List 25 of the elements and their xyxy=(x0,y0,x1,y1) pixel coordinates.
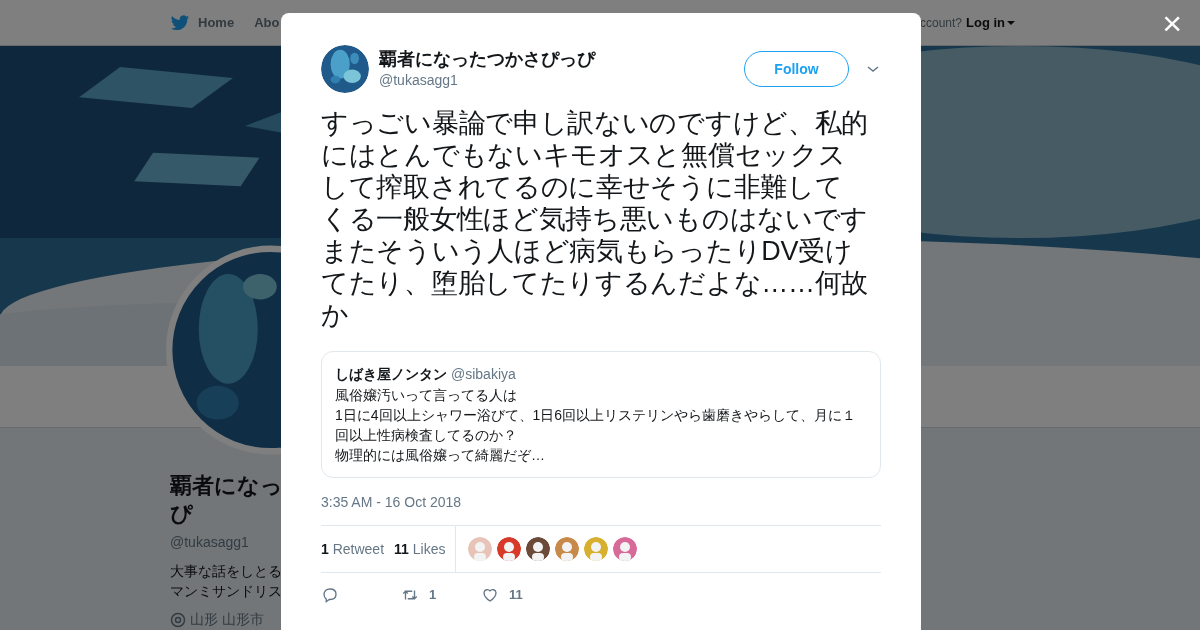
action-count: 1 xyxy=(429,586,437,604)
stat-count[interactable]: 11 Likes xyxy=(394,538,446,560)
profile-bio: マンミサンドリス xyxy=(170,582,282,601)
login-link[interactable]: Log in xyxy=(966,12,1015,33)
nav-link[interactable]: Home xyxy=(198,12,235,33)
action-count: 11 xyxy=(509,586,523,604)
quoted-author-handle: @sibakiya xyxy=(451,365,516,384)
quoted-text: 1日に4回以上シャワー浴びて、1日6回以上リステリンやら歯磨きやらして、月に１回以上性病検査してるのか？ xyxy=(335,406,858,445)
profile-bio: 大事な話をしとる xyxy=(170,562,282,581)
quoted-text: 風俗嬢汚いって言ってる人は xyxy=(335,386,518,405)
profile-handle: @tukasagg1 xyxy=(170,533,249,552)
profile-name: 覇者になっ xyxy=(170,472,283,500)
quoted-tweet[interactable]: しばき屋ノンタン @sibakiya 風俗嬢汚いって言ってる人は 1日に4回以上シャワー浴びて、1日6回以上リステリンやら歯磨きやらして、月に１回以上性病検査してるのか？ 物理的には風俗嬢って綺麗だぞ… xyxy=(321,351,881,478)
quoted-text: 物理的には風俗嬢って綺麗だぞ… xyxy=(335,446,546,465)
account-prompt: ccount? xyxy=(919,14,962,32)
reply-icon[interactable] xyxy=(321,585,339,604)
tweet-timestamp: 3:35 AM - 16 Oct 2018 xyxy=(321,493,463,512)
bird-icon[interactable] xyxy=(170,12,190,33)
profile-name: ぴ xyxy=(170,500,193,528)
close-button[interactable]: × xyxy=(1162,6,1182,40)
quoted-author-name: しばき屋ノンタン xyxy=(335,365,447,384)
stat-count[interactable]: 1 Retweet xyxy=(321,538,385,560)
profile-location: 山形 山形市 xyxy=(190,610,264,629)
location-icon xyxy=(170,611,186,628)
nav-link[interactable]: Abo xyxy=(254,12,280,33)
